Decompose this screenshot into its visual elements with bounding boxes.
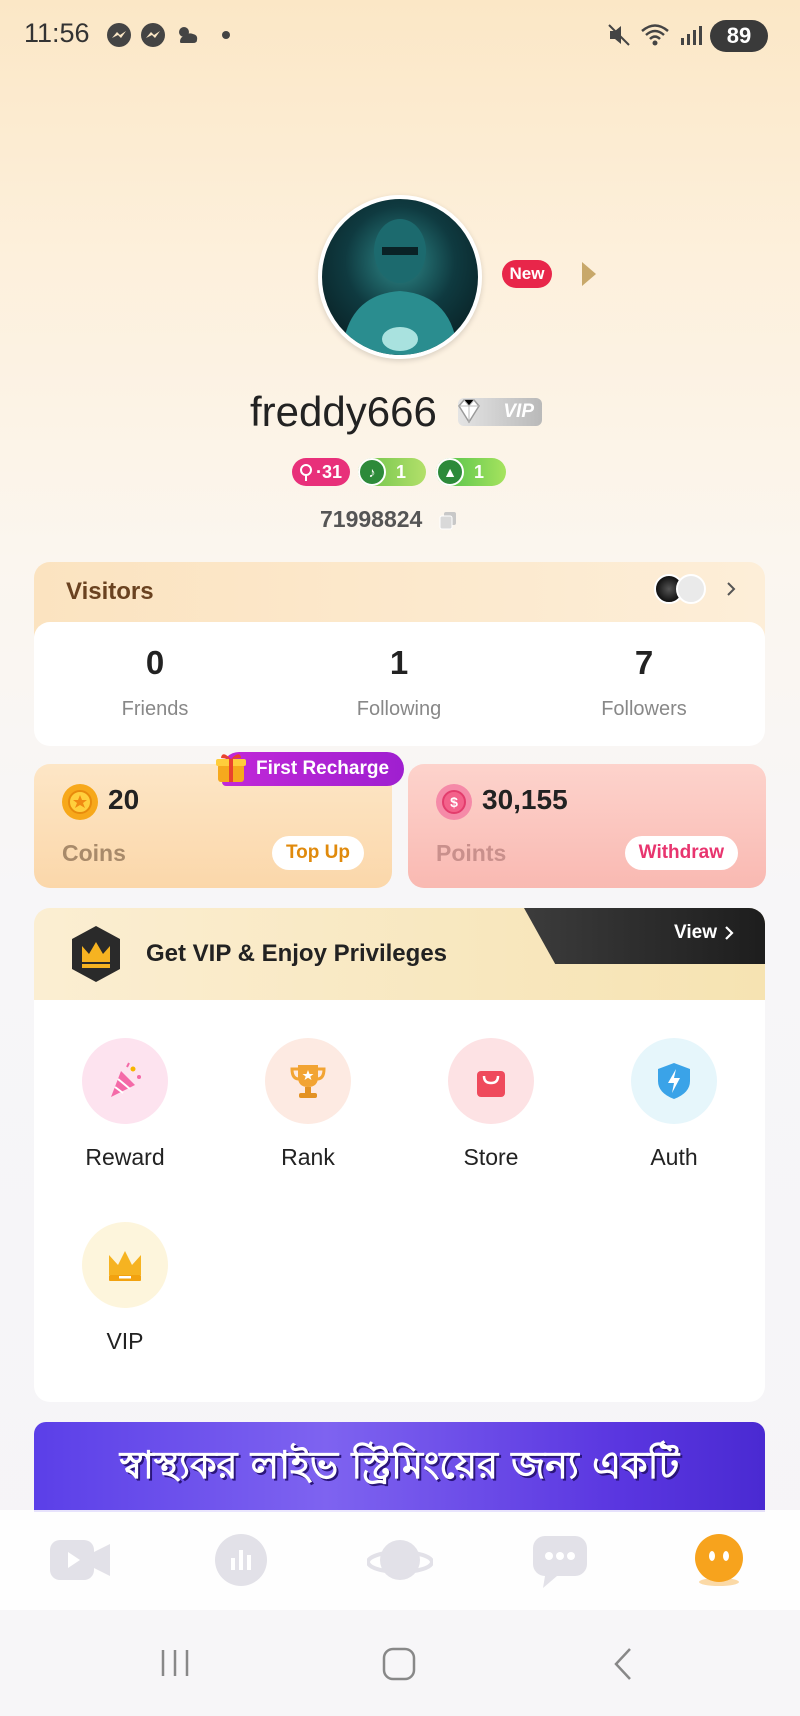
- followers-count: 7: [634, 644, 654, 681]
- withdraw-button[interactable]: Withdraw: [624, 836, 738, 870]
- stat-followers[interactable]: 7 Followers: [544, 644, 744, 721]
- music-note-icon: ♪: [358, 458, 386, 486]
- friends-label: Friends: [121, 698, 189, 720]
- stat-following[interactable]: 1 Following: [299, 644, 499, 721]
- friends-count: 0: [145, 644, 165, 681]
- promo-banner[interactable]: স্বাস্থ্যকর লাইভ স্ট্রিমিংয়ের জন্য একটি: [34, 1422, 765, 1512]
- menu-item-reward[interactable]: Reward: [60, 1038, 190, 1171]
- music-level-badge[interactable]: ♪ 1: [358, 458, 426, 486]
- stat-friends[interactable]: 0 Friends: [55, 644, 255, 721]
- battery-icon: 89: [710, 20, 768, 52]
- diamond-icon: [458, 399, 480, 424]
- mute-icon: [608, 24, 630, 46]
- chat-icon[interactable]: [527, 1530, 593, 1590]
- menu-item-vip[interactable]: VIP: [60, 1222, 190, 1355]
- wealth-level-value: 31: [322, 461, 343, 482]
- messenger-icon: [141, 23, 165, 47]
- battery-level: 89: [726, 23, 752, 48]
- username: freddy666: [250, 388, 437, 435]
- followers-label: Followers: [601, 698, 687, 720]
- home-icon[interactable]: [381, 1646, 417, 1682]
- charm-level-badge[interactable]: ▲ 1: [436, 458, 506, 486]
- menu-label-reward: Reward: [85, 1144, 165, 1170]
- menu-item-auth[interactable]: Auth: [609, 1038, 739, 1171]
- coins-label: Coins: [62, 840, 126, 866]
- menu-item-rank[interactable]: Rank: [243, 1038, 373, 1171]
- gift-icon: [216, 754, 246, 782]
- points-icon: $: [436, 784, 472, 820]
- vip-banner-text: Get VIP & Enjoy Privileges: [146, 940, 448, 967]
- avatar[interactable]: [318, 195, 482, 359]
- points-label: Points: [436, 840, 507, 866]
- svg-text:$: $: [450, 794, 458, 810]
- features-menu: Reward Rank Store Auth VIP: [34, 1000, 765, 1402]
- menu-label-rank: Rank: [281, 1144, 335, 1170]
- shield-lightning-icon: [631, 1038, 717, 1124]
- crown-icon: [82, 1222, 168, 1308]
- vip-view-button[interactable]: View: [674, 922, 735, 944]
- status-time: 11:56: [24, 18, 90, 48]
- following-label: Following: [356, 698, 442, 720]
- visitor-avatar: [676, 574, 706, 604]
- coins-value: 20: [108, 784, 140, 815]
- points-card[interactable]: $ 30,155 Points Withdraw: [408, 764, 766, 888]
- points-value: 30,155: [482, 784, 568, 815]
- following-count: 1: [389, 644, 409, 681]
- menu-label-vip: VIP: [106, 1328, 144, 1354]
- wealth-level-badge[interactable]: · 31: [292, 458, 350, 486]
- lightning-icon: [300, 464, 312, 481]
- vip-view-label: View: [674, 922, 717, 943]
- music-level-value: 1: [396, 461, 407, 482]
- party-popper-icon: [82, 1038, 168, 1124]
- status-bar: 11:56 89: [0, 0, 800, 72]
- charm-level-value: 1: [474, 461, 485, 482]
- visitors-title: Visitors: [66, 578, 154, 605]
- menu-item-store[interactable]: Store: [426, 1038, 556, 1171]
- chart-icon[interactable]: [208, 1530, 274, 1590]
- play-arrow-icon[interactable]: [582, 262, 596, 286]
- coin-icon: [62, 784, 98, 820]
- user-id: 71998824: [320, 506, 423, 532]
- promo-banner-text: স্বাস্থ্যকর লাইভ স্ট্রিমিংয়ের জন্য একটি: [119, 1443, 680, 1487]
- signal-icon: [681, 26, 702, 45]
- bottom-tab-bar: [0, 1510, 800, 1610]
- messenger-icon: [107, 23, 131, 47]
- dot-icon: [222, 31, 230, 39]
- chevron-right-icon: [727, 582, 736, 596]
- top-up-button[interactable]: Top Up: [271, 836, 364, 870]
- chevron-right-icon: [725, 926, 734, 940]
- new-badge: New: [502, 260, 552, 288]
- wifi-icon: [641, 24, 669, 46]
- video-icon[interactable]: [48, 1530, 114, 1590]
- copy-icon[interactable]: [438, 510, 458, 530]
- vip-tag[interactable]: VIP: [458, 398, 542, 426]
- avatar-image: [342, 219, 458, 355]
- back-icon[interactable]: [608, 1646, 638, 1682]
- shopping-bag-icon: [448, 1038, 534, 1124]
- profile-face-icon[interactable]: [686, 1530, 752, 1590]
- menu-label-auth: Auth: [650, 1144, 698, 1170]
- planet-icon[interactable]: [367, 1530, 433, 1590]
- recent-apps-icon[interactable]: [158, 1646, 192, 1680]
- vip-banner[interactable]: View Get VIP & Enjoy Privileges: [34, 908, 765, 1000]
- vip-tag-label: VIP: [503, 401, 534, 422]
- social-stats: 0 Friends 1 Following 7 Followers: [34, 622, 765, 746]
- menu-label-store: Store: [463, 1144, 519, 1170]
- system-nav-bar: [0, 1610, 800, 1716]
- trophy-icon: [265, 1038, 351, 1124]
- vip-crown-icon: [72, 926, 120, 982]
- weather-icon: [179, 27, 198, 43]
- triangle-icon: ▲: [436, 458, 464, 486]
